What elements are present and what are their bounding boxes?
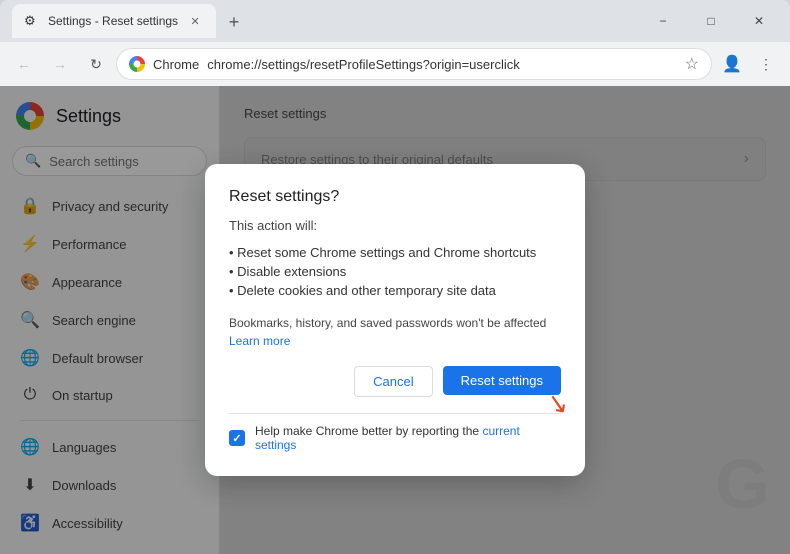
reset-settings-dialog: Reset settings? This action will: Reset … [205,164,585,476]
close-button[interactable]: ✕ [736,6,782,36]
window-controls: − □ ✕ [640,6,782,36]
reset-btn-wrapper: Reset settings ↙ [443,366,561,397]
title-bar: ⚙ Settings - Reset settings ✕ + − □ ✕ [0,0,790,42]
list-item-0: Reset some Chrome settings and Chrome sh… [229,243,561,262]
toolbar-right: 👤 ⋮ [716,48,782,80]
dialog-list: Reset some Chrome settings and Chrome sh… [229,243,561,300]
minimize-button[interactable]: − [640,6,686,36]
list-item-1: Disable extensions [229,262,561,281]
chrome-logo-icon [129,56,145,72]
url-text: chrome://settings/resetProfileSettings?o… [207,57,676,72]
new-tab-button[interactable]: + [220,8,248,36]
dialog-backdrop: Reset settings? This action will: Reset … [0,86,790,554]
list-item-2: Delete cookies and other temporary site … [229,281,561,300]
tab-close-button[interactable]: ✕ [186,12,204,30]
refresh-button[interactable]: ↻ [80,48,112,80]
forward-button[interactable]: → [44,48,76,80]
report-checkbox[interactable] [229,430,245,446]
reset-settings-button[interactable]: Reset settings [443,366,561,395]
cancel-button[interactable]: Cancel [354,366,432,397]
back-button[interactable]: ← [8,48,40,80]
dialog-subtitle: This action will: [229,218,561,233]
tabs-area: ⚙ Settings - Reset settings ✕ + [8,4,636,38]
profile-button[interactable]: 👤 [716,48,748,80]
tab-title: Settings - Reset settings [48,14,178,28]
active-tab[interactable]: ⚙ Settings - Reset settings ✕ [12,4,216,38]
address-bar[interactable]: Chrome chrome://settings/resetProfileSet… [116,48,712,80]
chrome-brand-label: Chrome [153,57,199,72]
browser-window: ⚙ Settings - Reset settings ✕ + − □ ✕ ← … [0,0,790,554]
dialog-footer: Help make Chrome better by reporting the… [229,413,561,452]
learn-more-link[interactable]: Learn more [229,334,290,348]
footer-text: Help make Chrome better by reporting the… [255,424,561,452]
dialog-title: Reset settings? [229,188,561,206]
dialog-actions: Cancel Reset settings ↙ [229,366,561,397]
main-content: Settings 🔍 🔒 Privacy and security ⚡ Perf… [0,86,790,554]
dialog-note-text: Bookmarks, history, and saved passwords … [229,316,546,330]
tab-favicon: ⚙ [24,13,40,29]
toolbar: ← → ↻ Chrome chrome://settings/resetProf… [0,42,790,86]
bookmark-icon[interactable]: ☆ [685,54,699,74]
menu-button[interactable]: ⋮ [750,48,782,80]
dialog-note: Bookmarks, history, and saved passwords … [229,314,561,350]
footer-prefix: Help make Chrome better by reporting the [255,424,479,438]
maximize-button[interactable]: □ [688,6,734,36]
